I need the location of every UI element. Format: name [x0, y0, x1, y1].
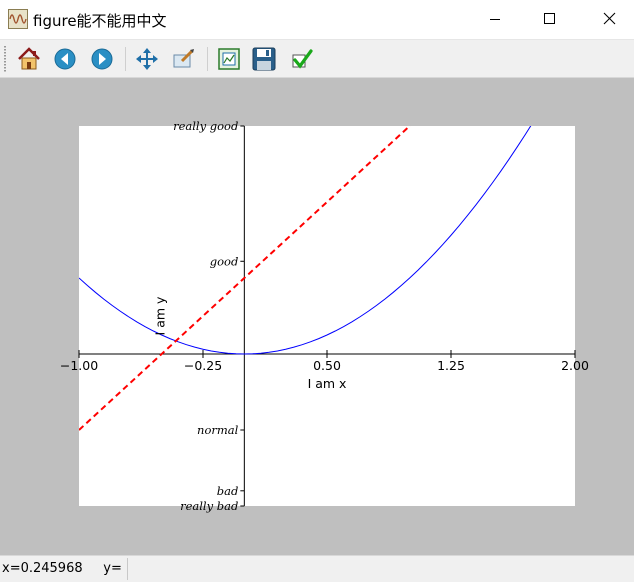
x-tick-label: −0.25 [184, 358, 222, 373]
status-bar: x=0.245968 y= [0, 555, 634, 582]
close-button[interactable] [587, 0, 633, 39]
subplots-config-icon [218, 48, 240, 70]
x-tick-label: 2.00 [561, 358, 589, 373]
checkmark-edit-icon [292, 49, 313, 69]
y-tick-label: normal [197, 423, 239, 437]
y-tick-label: really bad [180, 499, 238, 513]
cursor-coordinates: x=0.245968 y= [2, 561, 122, 576]
x-axis-label: I am x [308, 376, 347, 391]
y-axis-label: I am y [152, 296, 167, 335]
toolbar [0, 40, 634, 78]
minimize-button[interactable] [472, 0, 518, 39]
chart: −1.00 −0.25 0.50 1.25 2.00 really badbad norma… [60, 119, 589, 513]
back-button[interactable] [51, 45, 79, 73]
maximize-button[interactable] [526, 0, 572, 39]
floppy-disk-icon [252, 47, 276, 71]
subplots-button[interactable] [215, 45, 243, 73]
x-tick-label: 1.25 [437, 358, 465, 373]
save-button[interactable] [250, 45, 278, 73]
toolbar-separator [207, 47, 208, 71]
x-tick-label: −1.00 [60, 358, 98, 373]
title-bar: figure能不能用中文 [0, 0, 634, 40]
y-tick-label: bad [217, 484, 239, 498]
y-tick-label: good [210, 254, 239, 268]
home-button[interactable] [15, 45, 43, 73]
x-tick-label: 0.50 [313, 358, 341, 373]
figure-canvas[interactable]: −1.00 −0.25 0.50 1.25 2.00 really bad bad norma… [0, 78, 634, 555]
zoom-rect-icon [173, 49, 194, 68]
app-icon [8, 9, 28, 29]
minimize-icon [490, 19, 500, 20]
move-arrows-icon [136, 48, 158, 70]
zoom-button[interactable] [170, 45, 198, 73]
edit-axes-button[interactable] [288, 45, 316, 73]
pan-button[interactable] [133, 45, 161, 73]
status-divider [127, 558, 128, 580]
y-tick-label: really good [173, 119, 238, 133]
home-icon [18, 47, 40, 70]
window-title: figure能不能用中文 [33, 12, 167, 30]
forward-button[interactable] [88, 45, 116, 73]
toolbar-grip [4, 46, 6, 72]
maximize-icon [544, 13, 555, 24]
back-arrow-icon [54, 48, 76, 70]
forward-arrow-icon [91, 48, 113, 70]
close-icon [603, 12, 616, 25]
toolbar-separator [125, 47, 126, 71]
